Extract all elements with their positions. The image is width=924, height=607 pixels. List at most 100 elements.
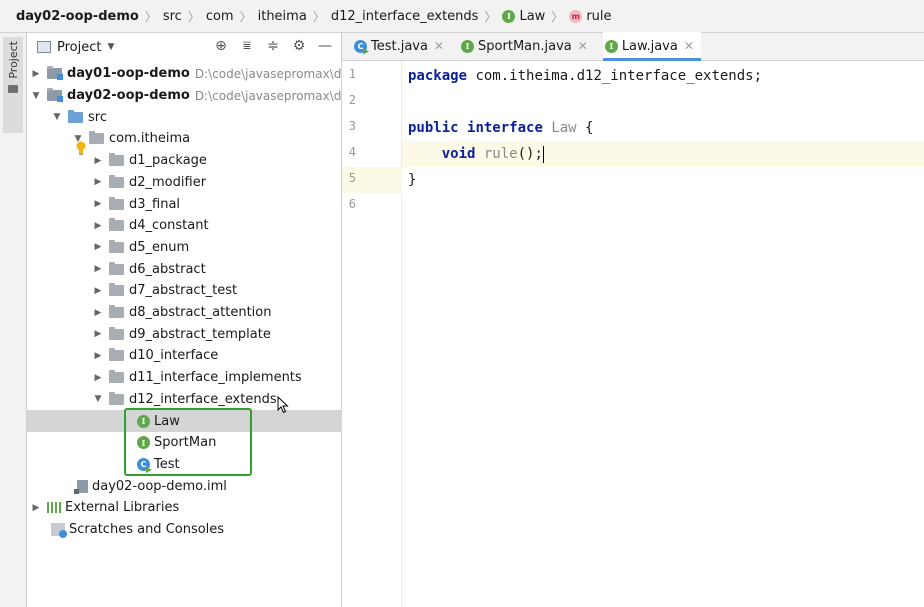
package-icon: [109, 391, 124, 405]
chevron-right-icon[interactable]: ▶: [91, 308, 105, 318]
tree-item-external-libraries[interactable]: ▶ External Libraries: [27, 497, 342, 519]
chevron-right-icon[interactable]: ▶: [91, 329, 105, 339]
breadcrumb-item-project[interactable]: day02-oop-demo: [16, 9, 139, 24]
project-view-selector[interactable]: Project: [57, 40, 101, 55]
package-icon: [109, 239, 124, 253]
tree-item-iml[interactable]: day02-oop-demo.iml: [27, 475, 342, 497]
package-icon: [109, 348, 124, 362]
collapse-all-icon[interactable]: ≑: [265, 38, 281, 54]
tree-item-label: d6_abstract: [129, 261, 206, 277]
line-number: 6: [348, 197, 356, 211]
tool-window-strip: Project: [0, 33, 27, 607]
chevron-down-icon[interactable]: ▼: [50, 112, 64, 122]
tree-item-label: d11_interface_implements: [129, 370, 302, 386]
module-file-icon: [74, 479, 88, 494]
tree-item-label: d1_package: [129, 153, 207, 169]
code-line-4: void rule ();: [402, 141, 924, 167]
chevron-right-icon[interactable]: ▶: [91, 286, 105, 296]
tree-item-day01[interactable]: ▶ day01-oop-demo D:\code\javasepromax\d: [27, 63, 342, 85]
library-icon: [47, 502, 61, 514]
close-icon[interactable]: ✕: [684, 39, 694, 53]
breadcrumb: day02-oop-demo 〉 src 〉 com 〉 itheima 〉 d…: [0, 0, 924, 33]
project-tool-tab[interactable]: Project: [3, 37, 23, 133]
tree-item-day02[interactable]: ▼ day02-oop-demo D:\code\javasepromax\d: [27, 85, 342, 107]
tree-item-label: src: [88, 109, 107, 125]
tree-item-package[interactable]: ▶ d6_abstract: [27, 258, 342, 280]
package-icon: [109, 218, 124, 232]
close-icon[interactable]: ✕: [578, 39, 588, 53]
tree-item-label: Law: [154, 413, 180, 429]
tree-item-label: d5_enum: [129, 239, 190, 255]
chevron-right-icon[interactable]: ▶: [91, 373, 105, 383]
tree-item-scratches[interactable]: Scratches and Consoles: [27, 519, 342, 541]
tree-item-package[interactable]: ▶ d4_constant: [27, 215, 342, 237]
tree-item-label: d7_abstract_test: [129, 283, 238, 299]
chevron-down-icon[interactable]: ▼: [91, 394, 105, 404]
chevron-right-icon[interactable]: ▶: [91, 199, 105, 209]
chevron-right-icon: 〉: [187, 9, 200, 24]
target-icon[interactable]: ⊕: [213, 38, 229, 54]
chevron-right-icon[interactable]: ▶: [91, 177, 105, 187]
code-editor[interactable]: package com.itheima.d12_interface_extend…: [402, 61, 924, 607]
tree-item-label: d12_interface_extends: [129, 391, 277, 407]
tree-item-label: com.itheima: [109, 131, 191, 147]
package-icon: [89, 131, 104, 145]
tree-item-test[interactable]: C Test: [27, 454, 342, 476]
code-token: {: [576, 120, 594, 136]
interface-icon: I: [461, 39, 475, 53]
close-icon[interactable]: ✕: [434, 39, 444, 53]
tree-item-label: SportMan: [154, 435, 217, 451]
gear-icon[interactable]: ⚙: [291, 38, 307, 54]
line-number: 4: [348, 145, 356, 159]
breadcrumb-item-itheima[interactable]: itheima: [258, 9, 307, 24]
tree-item-src[interactable]: ▼ src: [27, 106, 342, 128]
tree-item-package[interactable]: ▶ d2_modifier: [27, 172, 342, 194]
chevron-right-icon[interactable]: ▶: [91, 264, 105, 274]
tree-item-package[interactable]: ▶ d5_enum: [27, 237, 342, 259]
expand-all-icon[interactable]: ⩸: [239, 38, 255, 54]
tree-item-package[interactable]: ▶ d9_abstract_template: [27, 323, 342, 345]
tab-law-java[interactable]: I Law.java ✕: [602, 32, 702, 61]
folder-icon: [8, 84, 18, 93]
tree-item-package[interactable]: ▶ d11_interface_implements: [27, 367, 342, 389]
tree-item-label: d9_abstract_template: [129, 326, 271, 342]
tree-item-label: d4_constant: [129, 218, 209, 234]
breadcrumb-item-com[interactable]: com: [206, 9, 234, 24]
chevron-down-icon[interactable]: ▼: [29, 91, 43, 101]
tree-item-sportman[interactable]: I SportMan: [27, 432, 342, 454]
chevron-right-icon[interactable]: ▶: [29, 69, 43, 79]
chevron-right-icon[interactable]: ▶: [91, 351, 105, 361]
text-caret: [542, 145, 545, 163]
minimize-icon[interactable]: —: [317, 38, 333, 54]
tree-item-package[interactable]: ▶ d8_abstract_attention: [27, 302, 342, 324]
interface-icon: I: [137, 436, 150, 450]
chevron-right-icon[interactable]: ▶: [91, 156, 105, 166]
lightbulb-icon[interactable]: [75, 141, 87, 155]
project-panel-toolbar: ⊕ ⩸ ≑ ⚙ —: [213, 38, 333, 54]
project-panel-header: Project ▼ ⊕ ⩸ ≑ ⚙ —: [27, 33, 341, 61]
tree-item-package[interactable]: ▶ d7_abstract_test: [27, 280, 342, 302]
tab-sportman-java[interactable]: I SportMan.java ✕: [459, 32, 595, 60]
breadcrumb-item-package[interactable]: d12_interface_extends: [331, 9, 479, 24]
package-icon: [109, 326, 124, 340]
module-folder-icon: [47, 66, 63, 81]
class-icon: C: [354, 39, 367, 53]
tree-item-law[interactable]: I Law: [27, 410, 342, 432]
tree-item-package-d12[interactable]: ▼ d12_interface_extends: [27, 389, 342, 411]
package-icon: [109, 305, 124, 319]
chevron-right-icon[interactable]: ▶: [91, 242, 105, 252]
tree-item-package[interactable]: ▶ d10_interface: [27, 345, 342, 367]
tab-test-java[interactable]: C Test.java ✕: [352, 32, 451, 60]
breadcrumb-item-rule[interactable]: m rule: [569, 8, 612, 24]
chevron-right-icon[interactable]: ▶: [91, 221, 105, 231]
breadcrumb-rule-label: rule: [586, 8, 612, 24]
code-token: com.itheima.d12_interface_extends;: [467, 68, 763, 84]
tree-item-package[interactable]: ▶ d3_final: [27, 193, 342, 215]
chevron-right-icon[interactable]: ▶: [29, 503, 43, 513]
dropdown-arrow-icon[interactable]: ▼: [107, 42, 114, 52]
keyword-token: package: [408, 68, 468, 84]
breadcrumb-item-law[interactable]: I Law: [502, 9, 545, 24]
breadcrumb-item-src[interactable]: src: [163, 9, 182, 24]
